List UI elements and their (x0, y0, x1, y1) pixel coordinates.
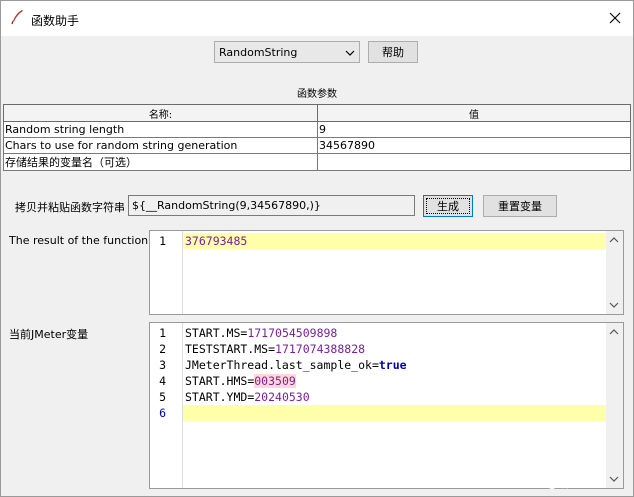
feather-pen-icon (9, 9, 25, 25)
code-line: 1 START.MS=1717054509898 (150, 325, 623, 341)
param-name-cell[interactable]: Chars to use for random string generatio… (3, 137, 318, 154)
result-value: 376793485 (185, 234, 248, 248)
close-icon (609, 12, 621, 24)
jmeter-vars-label: 当前JMeter变量 (9, 328, 89, 341)
help-button[interactable]: 帮助 (368, 41, 418, 63)
code-line: 1 376793485 (150, 233, 623, 249)
line-number: 4 (159, 374, 166, 388)
chevron-down-icon (345, 50, 355, 56)
var-key: START.HMS (185, 374, 248, 388)
jmeter-vars-scrollbar[interactable] (606, 323, 623, 488)
chevron-up-icon (609, 329, 619, 335)
function-dropdown[interactable]: RandomString (214, 41, 360, 63)
chevron-down-icon (609, 302, 619, 308)
table-row: Chars to use for random string generatio… (3, 137, 631, 154)
var-sep: = (371, 358, 379, 372)
result-editor[interactable]: 1 376793485 (149, 230, 624, 315)
reset-variables-button[interactable]: 重置变量 (483, 195, 557, 217)
params-header-row: 名称: 值 (3, 104, 631, 122)
var-sep: = (268, 342, 276, 356)
table-row: Random string length 9 (3, 121, 631, 138)
line-number: 5 (159, 390, 166, 404)
function-string-field[interactable]: ${__RandomString(9,34567890,)} (128, 195, 415, 216)
code-line: 6 (150, 405, 623, 421)
var-value: 1717074388828 (275, 342, 366, 356)
code-line: 3 JMeterThread.last_sample_ok=true (150, 357, 623, 373)
code-line: 2 TESTSTART.MS=1717074388828 (150, 341, 623, 357)
param-name-cell[interactable]: 存储结果的变量名（可选） (3, 153, 318, 171)
result-scrollbar[interactable] (606, 231, 623, 314)
var-value: 003509 (254, 374, 296, 388)
function-dropdown-value: RandomString (219, 46, 298, 59)
var-key: START.YMD (185, 390, 248, 404)
window-title: 函数助手 (31, 14, 80, 28)
var-value: 1717054509898 (247, 326, 338, 340)
column-header-name[interactable]: 名称: (3, 104, 318, 122)
line-number: 3 (159, 358, 166, 372)
jmeter-vars-editor[interactable]: 1 START.MS=1717054509898 2 TESTSTART.MS=… (149, 322, 624, 489)
column-header-value[interactable]: 值 (317, 104, 631, 122)
params-section-label: 函数参数 (297, 89, 337, 100)
table-row: 存储结果的变量名（可选） (3, 153, 631, 171)
line-number: 1 (159, 234, 166, 248)
line-number: 1 (159, 326, 166, 340)
chevron-up-icon (609, 237, 619, 243)
code-line: 5 START.YMD=20240530 (150, 389, 623, 405)
var-key: TESTSTART.MS (185, 342, 269, 356)
close-button[interactable] (603, 7, 627, 29)
var-key: START.MS (185, 326, 241, 340)
var-value: true (378, 358, 407, 372)
param-value-cell[interactable]: 9 (317, 121, 631, 138)
var-key: JMeterThread.last_sample_ok (185, 358, 372, 372)
param-value-cell[interactable] (317, 153, 631, 171)
generate-button[interactable]: 生成 (423, 195, 473, 217)
function-helper-dialog: 函数助手 RandomString 帮助 函数参数 名称: 值 Random s… (0, 0, 634, 497)
watermark: CSDN @清风32 (508, 476, 598, 490)
copy-paste-label: 拷贝并粘贴函数字符串 (15, 201, 125, 214)
param-name-cell[interactable]: Random string length (3, 121, 318, 138)
line-number: 2 (159, 342, 166, 356)
param-value-cell[interactable]: 34567890 (317, 137, 631, 154)
var-value: 20240530 (254, 390, 310, 404)
title-bar: 函数助手 (1, 1, 633, 36)
chevron-down-icon (609, 476, 619, 482)
line-number: 6 (159, 406, 166, 420)
result-label: The result of the function is (9, 234, 161, 247)
code-line: 4 START.HMS=003509 (150, 373, 623, 389)
params-table: 名称: 值 Random string length 9 Chars to us… (3, 104, 631, 171)
generate-button-label: 生成 (426, 198, 470, 214)
